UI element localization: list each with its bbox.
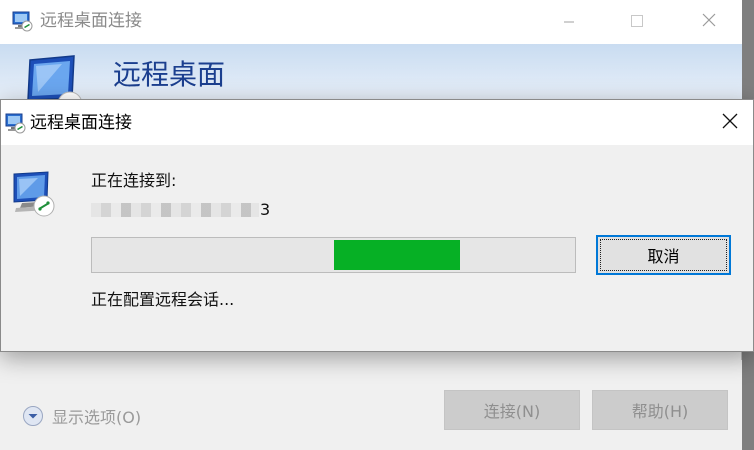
remote-desktop-connecting-icon	[10, 170, 58, 220]
show-options-toggle[interactable]: 显示选项(O)	[22, 405, 141, 427]
help-button[interactable]: 帮助(H)	[592, 390, 728, 430]
banner-title: 远程桌面	[113, 58, 226, 91]
close-icon	[721, 112, 739, 134]
cancel-button[interactable]: 取消	[596, 235, 731, 275]
remote-desktop-icon	[11, 10, 33, 32]
dialog-title: 远程桌面连接	[30, 113, 132, 133]
main-window-titlebar[interactable]: 远程桌面连接	[0, 0, 742, 44]
show-options-label: 显示选项(O)	[52, 408, 142, 427]
main-close-button[interactable]	[686, 0, 732, 44]
close-icon	[701, 12, 717, 32]
connecting-to-label: 正在连接到:	[91, 171, 177, 190]
connection-status-text: 正在配置远程会话...	[91, 290, 235, 309]
chevron-down-circle-icon	[22, 405, 44, 427]
remote-desktop-banner-icon	[22, 54, 83, 102]
dialog-close-button[interactable]	[707, 100, 753, 145]
connecting-dialog: 远程桌面连接 正在连接到: 3 取消 正在配置远程会话...	[0, 99, 754, 352]
server-address: 3	[91, 200, 270, 220]
main-window-banner: 远程桌面	[0, 44, 742, 102]
server-address-tail: 3	[260, 200, 271, 219]
progress-bar-fill	[334, 240, 460, 270]
redacted-address-mask	[91, 203, 259, 217]
connect-button[interactable]: 连接(N)	[444, 390, 580, 430]
minimize-icon	[563, 13, 575, 32]
remote-desktop-icon	[4, 112, 26, 134]
connection-progress-bar	[91, 237, 576, 273]
minimize-button[interactable]	[546, 0, 592, 44]
maximize-icon	[630, 13, 644, 32]
maximize-button[interactable]	[614, 0, 660, 44]
dialog-titlebar[interactable]: 远程桌面连接	[1, 100, 753, 145]
main-window-title: 远程桌面连接	[40, 11, 142, 31]
